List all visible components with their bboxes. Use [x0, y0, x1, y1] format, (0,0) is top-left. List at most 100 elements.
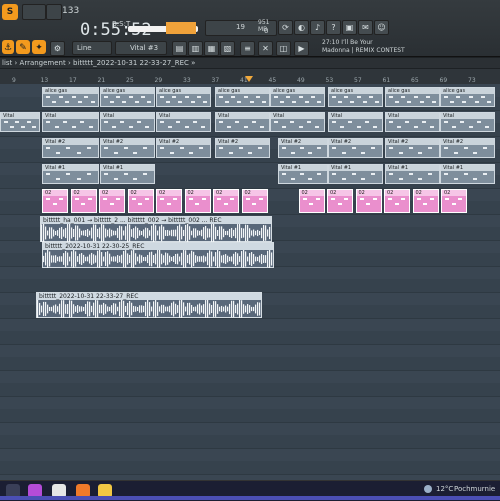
track-lane[interactable] [0, 409, 500, 423]
vital-clip[interactable]: Vital [215, 112, 270, 132]
track-lane[interactable] [0, 370, 500, 384]
vital-clip[interactable]: Vital [385, 112, 440, 132]
vital-clip[interactable]: Vital [328, 112, 383, 132]
vital2-clip[interactable]: Vital #2 [328, 138, 383, 158]
plugin-icon[interactable]: ▧ [220, 41, 235, 56]
vital-clip[interactable]: Vital [42, 112, 99, 132]
alice-gas-clip[interactable]: alice gas [215, 87, 270, 107]
pink-clip[interactable]: 02 [99, 189, 125, 213]
track-lane[interactable] [0, 448, 500, 462]
vital1-clip[interactable]: Vital #1 [385, 164, 440, 184]
wrench-icon[interactable]: ✕ [258, 41, 273, 56]
note-mark [274, 121, 278, 123]
pencil-icon[interactable]: ✎ [16, 40, 30, 54]
track-lane[interactable] [0, 396, 500, 410]
pink-clip[interactable]: 02 [42, 189, 68, 213]
vital-clip[interactable]: Vital [440, 112, 495, 132]
alice-gas-clip[interactable]: alice gas [156, 87, 211, 107]
pink-clip[interactable]: 02 [156, 189, 182, 213]
snap-icon[interactable]: ⚓ [2, 40, 14, 54]
reset-icon[interactable]: ⟳ [278, 20, 293, 35]
vital2-clip[interactable]: Vital #2 [100, 138, 155, 158]
pink-clip[interactable]: 02 [127, 189, 154, 213]
note-mark [356, 96, 361, 98]
help-icon[interactable]: ? [326, 20, 341, 35]
pattern-song-toggle[interactable]: S [2, 4, 18, 20]
pink-clip[interactable]: 02 [298, 189, 325, 213]
brush-icon[interactable]: ✦ [32, 40, 46, 54]
pink-clip[interactable]: 02 [70, 189, 97, 213]
mixer-view-icon[interactable]: ◫ [276, 41, 291, 56]
arrow-icon[interactable]: ▶ [294, 41, 309, 56]
news-icon[interactable]: ✉ [358, 20, 373, 35]
alice-gas-clip[interactable]: alice gas [385, 87, 440, 107]
alice-gas-clip[interactable]: alice gas [328, 87, 383, 107]
vital2-clip[interactable]: Vital #2 [42, 138, 99, 158]
browser-icon[interactable]: ▤ [172, 41, 187, 56]
vital1-clip[interactable]: Vital #1 [42, 164, 99, 184]
wave-bar [249, 305, 251, 313]
pink-clip[interactable]: 02 [213, 189, 239, 213]
record-button[interactable] [46, 4, 62, 20]
track-lane[interactable] [0, 266, 500, 280]
audio-clip-2[interactable]: bittttt_2022-10-31 22-30-25_REC [42, 242, 274, 268]
vital1-clip[interactable]: Vital #1 [328, 164, 383, 184]
microphone-icon[interactable]: ♪ [310, 20, 325, 35]
playhead-marker[interactable] [245, 76, 253, 82]
playlist-tracks[interactable]: alice gas alice gas alice gas alice gas alic… [0, 84, 500, 480]
vital2-clip[interactable]: Vital #2 [215, 138, 270, 158]
alice-gas-clip[interactable]: alice gas [270, 87, 325, 107]
pink-clip[interactable]: 02 [184, 189, 211, 213]
save-icon[interactable]: ▣ [342, 20, 357, 35]
pink-clip[interactable]: 02 [241, 189, 268, 213]
track-lane[interactable] [0, 383, 500, 397]
vital-clip[interactable]: Vital [0, 112, 40, 132]
mixer-icon[interactable]: ⚙ [50, 41, 65, 56]
clip-label: Vital [329, 113, 382, 119]
tempo-display[interactable]: 133 [62, 6, 79, 16]
alice-gas-clip[interactable]: alice gas [42, 87, 99, 107]
track-lane[interactable] [0, 331, 500, 345]
track-lane[interactable] [0, 344, 500, 358]
track-lane[interactable] [0, 279, 500, 293]
pink-clip[interactable]: 02 [412, 189, 439, 213]
channel-rack-icon[interactable]: ▦ [204, 41, 219, 56]
master-volume-slider[interactable] [166, 22, 196, 34]
track-lane[interactable] [0, 422, 500, 436]
track-lane[interactable] [0, 461, 500, 475]
play-button[interactable] [22, 4, 46, 20]
note-mark [344, 96, 349, 98]
note-mark [235, 121, 240, 123]
note-mark [451, 203, 456, 205]
vital1-clip[interactable]: Vital #1 [100, 164, 155, 184]
alice-gas-clip[interactable]: alice gas [100, 87, 155, 107]
playlist-icon[interactable]: ≡ [240, 41, 255, 56]
vital-clip[interactable]: Vital [270, 112, 325, 132]
track-lane[interactable] [0, 318, 500, 332]
audio-clip-1[interactable]: bittttt_ha_001 → bittttt_2 ... bittttt_0… [40, 216, 272, 242]
clip-label: alice gas [386, 88, 439, 94]
alice-gas-clip[interactable]: alice gas [440, 87, 495, 107]
vital2-clip[interactable]: Vital #2 [156, 138, 211, 158]
pink-clip[interactable]: 02 [384, 189, 410, 213]
audio-clip-3[interactable]: bittttt_2022-10-31 22-33-27_REC [36, 292, 262, 318]
snap-selector[interactable]: Line [72, 41, 112, 55]
cpu-icon[interactable]: ◐ [294, 20, 309, 35]
note-mark [361, 178, 366, 180]
pattern-selector[interactable]: Vital #3 [115, 41, 167, 55]
vital2-clip[interactable]: Vital #2 [278, 138, 328, 158]
vital-clip[interactable]: Vital [156, 112, 211, 132]
vital1-clip[interactable]: Vital #1 [278, 164, 328, 184]
piano-roll-icon[interactable]: ▥ [188, 41, 203, 56]
pink-clip[interactable]: 02 [441, 189, 467, 213]
note-mark [71, 96, 76, 98]
vital1-clip[interactable]: Vital #1 [440, 164, 495, 184]
vital2-clip[interactable]: Vital #2 [440, 138, 495, 158]
vital2-clip[interactable]: Vital #2 [385, 138, 440, 158]
chat-icon[interactable]: ☺ [374, 20, 389, 35]
track-lane[interactable] [0, 357, 500, 371]
vital-clip[interactable]: Vital [100, 112, 155, 132]
track-lane[interactable] [0, 435, 500, 449]
pink-clip[interactable]: 02 [355, 189, 382, 213]
pink-clip[interactable]: 02 [327, 189, 353, 213]
